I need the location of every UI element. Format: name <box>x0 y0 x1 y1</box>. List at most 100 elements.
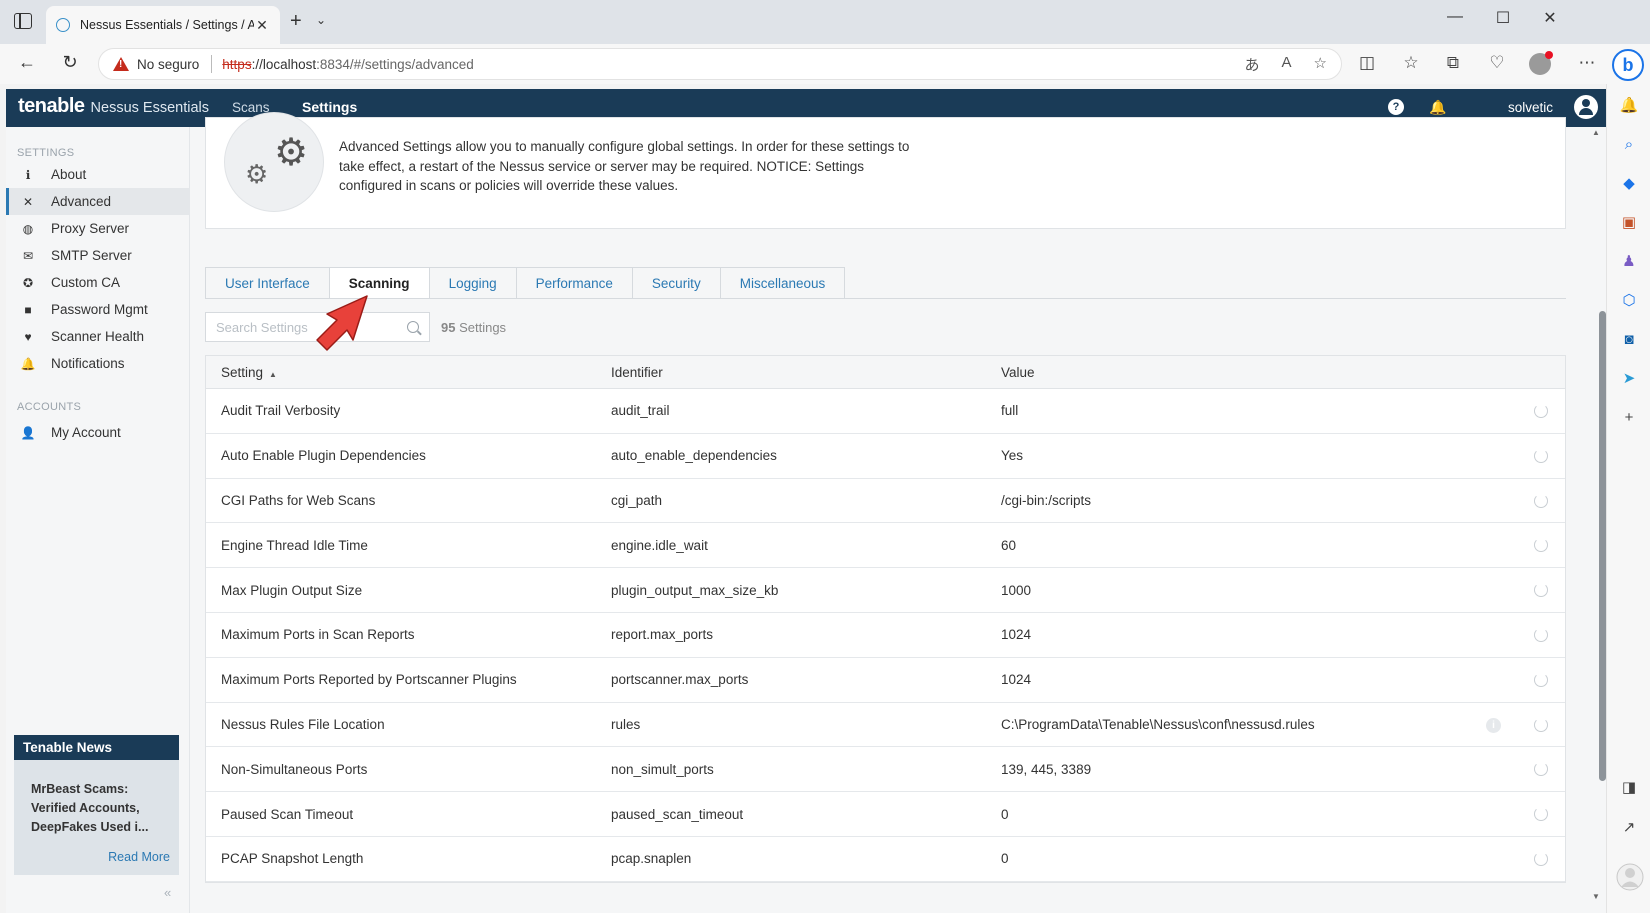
sidebar-item-about[interactable]: ℹ About <box>6 161 190 188</box>
insecure-label[interactable]: No seguro <box>137 57 199 72</box>
tools-icon[interactable]: ▣ <box>1619 213 1639 233</box>
table-row[interactable]: PCAP Snapshot Length pcap.snaplen 0 <box>206 837 1565 882</box>
office-icon[interactable]: ⬡ <box>1619 291 1639 311</box>
minimize-icon[interactable]: — <box>1440 8 1470 26</box>
read-aloud-icon[interactable]: A <box>1282 54 1292 75</box>
sidebar-item-advanced[interactable]: ✕ Advanced <box>6 188 190 215</box>
column-header-identifier[interactable]: Identifier <box>611 365 1001 380</box>
table-row[interactable]: Nessus Rules File Location rules C:\Progra… <box>206 703 1565 748</box>
address-bar[interactable]: No seguro https://localhost:8834/#/setti… <box>98 48 1342 80</box>
user-avatar-icon[interactable] <box>1574 95 1598 119</box>
tab-security[interactable]: Security <box>631 267 720 299</box>
reset-icon[interactable] <box>1534 627 1548 642</box>
profile-avatar[interactable] <box>1529 51 1553 75</box>
new-tab-icon[interactable]: + <box>290 10 302 33</box>
tab-miscellaneous[interactable]: Miscellaneous <box>719 267 846 299</box>
table-row[interactable]: Maximum Ports Reported by Portscanner Pl… <box>206 658 1565 703</box>
table-row[interactable]: Maximum Ports in Scan Reports report.max_… <box>206 613 1565 658</box>
gear-small-icon: ⚙ <box>245 159 269 189</box>
heart-pulse-icon: ♥ <box>24 329 32 344</box>
refresh-icon[interactable]: ↻ <box>57 52 83 73</box>
cell-value: C:\ProgramData\Tenable\Nessus\conf\nessu… <box>1001 716 1315 732</box>
cell-identifier: auto_enable_dependencies <box>611 448 777 464</box>
cell-identifier: non_simult_ports <box>611 761 714 777</box>
collapse-sidebar-icon[interactable]: « <box>164 885 171 900</box>
sidebar-item-my-account[interactable]: 👤 My Account <box>6 419 190 446</box>
warning-icon <box>113 57 129 71</box>
column-header-value[interactable]: Value <box>1001 365 1565 380</box>
external-link-icon[interactable]: ↗ <box>1619 818 1639 838</box>
close-tab-icon[interactable]: ✕ <box>254 17 270 34</box>
notification-bell-icon[interactable]: 🔔 <box>1619 96 1639 116</box>
split-screen-icon[interactable]: ◫ <box>1354 53 1380 73</box>
collections-icon[interactable]: ⧉ <box>1440 53 1466 73</box>
envelope-icon: ✉ <box>22 248 34 263</box>
send-icon[interactable]: ➤ <box>1619 369 1639 389</box>
info-icon[interactable]: i <box>1486 717 1501 733</box>
search-input[interactable] <box>216 319 407 335</box>
reset-icon[interactable] <box>1534 448 1548 463</box>
sidebar-item-custom-ca[interactable]: ✪ Custom CA <box>6 269 190 296</box>
reset-icon[interactable] <box>1534 672 1548 687</box>
favorite-star-icon[interactable]: ☆ <box>1314 54 1327 75</box>
sidebar-toggle-icon[interactable]: ◨ <box>1619 778 1639 798</box>
table-row[interactable]: Paused Scan Timeout paused_scan_timeout 0 <box>206 792 1565 837</box>
search-icon[interactable] <box>407 321 419 333</box>
username[interactable]: solvetic <box>1508 100 1553 115</box>
tab-performance[interactable]: Performance <box>515 267 632 299</box>
tab-user-interface[interactable]: User Interface <box>205 267 329 299</box>
tabs-divider <box>205 298 1566 299</box>
cell-value: Yes <box>1001 448 1024 464</box>
outlook-icon[interactable]: ◙ <box>1619 330 1639 350</box>
sidebar-item-notifications[interactable]: 🔔 Notifications <box>6 350 190 377</box>
add-icon[interactable]: + <box>1619 408 1639 428</box>
reset-icon[interactable] <box>1534 404 1548 418</box>
notifications-bell-icon[interactable]: 🔔 <box>1429 99 1446 115</box>
cell-setting: Audit Trail Verbosity <box>221 403 341 419</box>
table-row[interactable]: Auto Enable Plugin Dependencies auto_enab… <box>206 434 1565 479</box>
browser-essentials-icon[interactable]: ♡ <box>1484 53 1510 73</box>
reset-icon[interactable] <box>1534 851 1548 866</box>
scrollbar-thumb[interactable] <box>1599 311 1606 781</box>
scroll-up-icon[interactable]: ▲ <box>1592 128 1600 137</box>
scroll-down-icon[interactable]: ▼ <box>1592 892 1600 901</box>
nav-settings[interactable]: Settings <box>302 99 357 115</box>
tenable-logo[interactable]: tenable Nessus Essentials <box>18 95 209 118</box>
tab-actions-icon[interactable] <box>14 13 32 29</box>
sidebar-item-scanner-health[interactable]: ♥ Scanner Health <box>6 323 190 350</box>
column-header-setting[interactable]: Setting ▲ <box>206 365 611 380</box>
sidebar-item-smtp-server[interactable]: ✉ SMTP Server <box>6 242 190 269</box>
bing-chat-icon[interactable]: b <box>1612 49 1644 81</box>
back-icon[interactable]: ← <box>14 52 40 73</box>
favorites-icon[interactable]: ☆ <box>1398 53 1424 73</box>
sidebar-item-password-mgmt[interactable]: ■ Password Mgmt <box>6 296 190 323</box>
games-icon[interactable]: ♟ <box>1619 252 1639 272</box>
search-icon[interactable]: ⌕ <box>1619 135 1639 155</box>
chevron-down-icon[interactable]: ⌄ <box>316 13 326 27</box>
translate-icon[interactable]: あ <box>1245 54 1260 75</box>
sort-ascending-icon: ▲ <box>269 369 277 379</box>
shopping-tag-icon[interactable]: ◆ <box>1619 174 1639 194</box>
browser-tab[interactable]: Nessus Essentials / Settings / Adv ✕ <box>46 6 280 44</box>
tab-logging[interactable]: Logging <box>428 267 516 299</box>
help-icon[interactable]: ? <box>1388 99 1404 115</box>
vertical-scrollbar[interactable] <box>1599 221 1606 801</box>
maximize-icon[interactable]: ☐ <box>1488 8 1518 28</box>
cell-setting: Max Plugin Output Size <box>221 582 363 598</box>
table-row[interactable]: Engine Thread Idle Time engine.idle_wait 6… <box>206 523 1565 569</box>
table-row[interactable]: Non-Simultaneous Ports non_simult_ports 13… <box>206 747 1565 793</box>
table-row[interactable]: Max Plugin Output Size plugin_output_max_… <box>206 568 1565 613</box>
table-row[interactable]: Audit Trail Verbosity audit_trail full <box>206 389 1565 434</box>
read-more-link[interactable]: Read More <box>108 850 170 864</box>
news-headline[interactable]: MrBeast Scams: Verified Accounts, DeepFa… <box>14 760 179 837</box>
sidebar-item-label: Advanced <box>51 194 112 209</box>
settings-count-number: 95 <box>441 320 456 335</box>
table-row[interactable]: CGI Paths for Web Scans cgi_path/cgi-bin:… <box>206 479 1565 524</box>
reset-icon[interactable] <box>1534 493 1548 508</box>
sidebar-item-proxy-server[interactable]: ◍ Proxy Server <box>6 215 190 242</box>
reset-icon[interactable] <box>1534 717 1548 732</box>
more-options-icon[interactable]: ⋯ <box>1574 53 1600 73</box>
settings-content: ⚙ ⚙ Advanced Settings allow you to manua… <box>190 112 1606 913</box>
nessus-app: tenable Nessus Essentials Scans Settings… <box>6 89 1606 913</box>
close-window-icon[interactable]: ✕ <box>1535 8 1565 28</box>
